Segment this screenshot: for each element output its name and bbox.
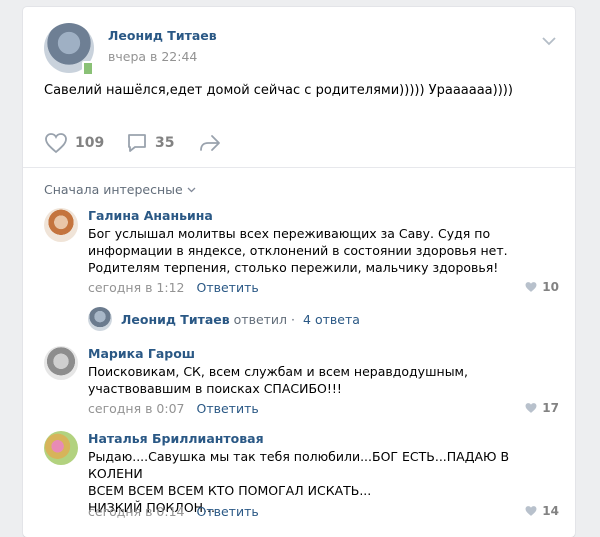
thread-author[interactable]: Леонид Титаев (121, 312, 230, 327)
comment-like-count: 14 (542, 504, 559, 518)
post-header: Леонид Титаев вчера в 22:44 (44, 23, 559, 76)
comment-like-count: 10 (542, 280, 559, 294)
chevron-down-icon (187, 187, 196, 192)
post-actions: 109 35 (44, 131, 564, 155)
comment-like-button[interactable]: 17 (524, 401, 559, 415)
comment-time[interactable]: сегодня в 0:14 (88, 504, 185, 519)
post-time[interactable]: вчера в 22:44 (108, 49, 197, 64)
comment-button[interactable]: 35 (126, 131, 174, 155)
show-replies-link[interactable]: 4 ответа (303, 312, 360, 327)
post-card: Леонид Титаев вчера в 22:44 Савелий нашё… (23, 7, 575, 537)
like-button[interactable]: 109 (44, 131, 104, 155)
comment-footer: сегодня в 1:12 Ответить (88, 280, 259, 295)
comment-author[interactable]: Наталья Бриллиантовая (88, 431, 264, 446)
online-mobile-icon (82, 61, 94, 76)
avatar[interactable] (44, 208, 78, 242)
sort-label: Сначала интересные (44, 182, 183, 197)
comment-like-button[interactable]: 10 (524, 280, 559, 294)
comment-footer: сегодня в 0:14 Ответить (88, 504, 259, 519)
comment-time[interactable]: сегодня в 0:07 (88, 401, 185, 416)
like-count: 109 (75, 135, 105, 151)
avatar[interactable] (44, 431, 78, 465)
comment-count: 35 (155, 135, 175, 151)
reply-link[interactable]: Ответить (196, 401, 258, 416)
heart-icon (45, 133, 67, 154)
share-button[interactable] (198, 131, 229, 155)
replies-thread[interactable]: Леонид Титаев ответил · 4 ответа (88, 307, 360, 331)
comment-like-count: 17 (542, 401, 559, 415)
reply-link[interactable]: Ответить (196, 504, 258, 519)
thread-action: ответил (233, 311, 288, 327)
comment-text: Бог услышал молитвы всех переживающих за… (88, 226, 508, 275)
chevron-down-icon[interactable] (541, 35, 557, 47)
comment-footer: сегодня в 0:07 Ответить (88, 401, 259, 416)
post-author[interactable]: Леонид Титаев (108, 28, 217, 43)
heart-icon (525, 506, 537, 516)
heart-icon (525, 403, 537, 413)
comment-like-button[interactable]: 14 (524, 504, 559, 518)
sort-dropdown[interactable]: Сначала интересные (44, 182, 196, 197)
reply-link[interactable]: Ответить (196, 280, 258, 295)
divider (23, 167, 575, 168)
post-text: Савелий нашёлся,едет домой сейчас с роди… (44, 83, 513, 98)
share-icon (200, 135, 220, 151)
comment-author[interactable]: Марика Гарош (88, 346, 195, 361)
comment-text: Поисковикам, СК, всем службам и всем нер… (88, 364, 468, 396)
heart-icon (525, 282, 537, 292)
comment-author[interactable]: Галина Ананьина (88, 208, 213, 223)
comment-icon (128, 134, 146, 152)
comment-time[interactable]: сегодня в 1:12 (88, 280, 185, 295)
avatar[interactable] (44, 346, 78, 380)
thread-separator: · (291, 311, 296, 327)
avatar[interactable] (88, 307, 112, 331)
